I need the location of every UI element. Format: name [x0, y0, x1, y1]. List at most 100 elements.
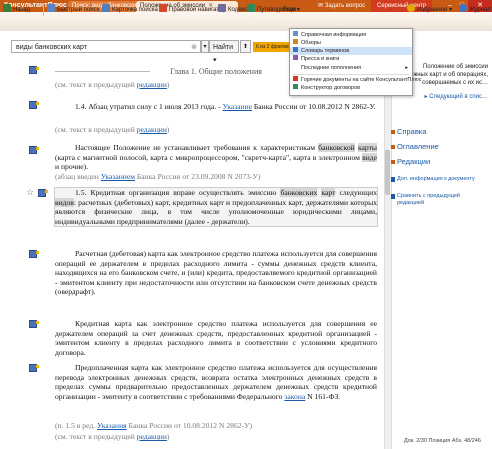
document-icon [391, 177, 395, 182]
paragraph-prepaid-card: Предоплаченная карта как электронное сре… [55, 363, 377, 401]
next-fragment-button[interactable]: ⬆ [240, 40, 251, 53]
star-icon [407, 4, 415, 12]
help-bullet-icon [391, 130, 395, 134]
search-card-icon [102, 4, 110, 12]
note-text: Банка России от 23.09.2008 N 2073-У) [135, 172, 261, 181]
search-input[interactable]: виды банковских карт ⊗ [11, 40, 201, 53]
previous-edition-note: (см. текст в предыдущей редакции) [55, 432, 170, 441]
favorites-label: Избранное [417, 7, 448, 13]
star-icon[interactable]: ☆ [26, 187, 34, 198]
note-text: (абзац введен [55, 172, 101, 181]
paragraph-text: N 161-ФЗ. [305, 391, 341, 401]
find-button[interactable]: Найти ▾ [209, 40, 239, 64]
note-text: (см. текст в предыдущей [55, 432, 137, 441]
directive-link[interactable]: Указание [223, 102, 253, 111]
paragraph-text: : расчетных (дебетовых) карт, кредитных … [55, 197, 377, 226]
menu-item-hot-documents[interactable]: Горячие документы на сайте КонсультантПл… [290, 76, 421, 84]
bookmark-flag-icon[interactable] [38, 189, 48, 197]
paragraph-1-5: 1.5. Кредитная организация вправе осущес… [54, 186, 378, 228]
menu-item-glossary[interactable]: Словарь терминов [290, 47, 412, 55]
favorites-button[interactable]: Избранное ▾ [407, 4, 452, 16]
compare-icon [391, 194, 395, 199]
help-link[interactable]: Справка [397, 127, 426, 136]
compare-editions-link[interactable]: Сравнить с предыдущей редакцией [397, 193, 487, 207]
search-hit: банковской [318, 143, 355, 152]
paragraph-text: 1.5. Кредитная организация вправе осущес… [75, 188, 281, 197]
more-dropdown-menu: Справочная информация Обзоры Словарь тер… [289, 28, 421, 96]
reviews-icon [293, 39, 298, 44]
menu-item-label: Справочная информация [301, 32, 367, 38]
search-hit: видов [55, 197, 74, 207]
bookmark-flag-icon[interactable] [29, 364, 39, 372]
next-in-list-label: Следующий в спис… [429, 94, 488, 100]
dictionary-icon [293, 47, 298, 52]
edition-link[interactable]: редакции [137, 125, 167, 134]
status-bar: Док. 2/30 Позиция Абз. 48/246 [404, 438, 481, 444]
submenu-arrow-icon: ▸ [405, 65, 408, 71]
menu-item-label: Пресса и книги [301, 56, 340, 62]
bookmark-flag-icon[interactable] [29, 146, 39, 154]
paragraph-text: Настоящее Положение не устанавливает тре… [75, 143, 319, 152]
menu-item-label: Словарь терминов [301, 48, 350, 54]
bookmark-flag-icon[interactable] [29, 101, 39, 109]
additional-info-link[interactable]: Доп. информация к документу [397, 176, 487, 183]
paragraph-1-4: 1.4. Абзац утратил силу с 1 июля 2013 го… [55, 102, 377, 112]
toc-bullet-icon [391, 145, 395, 149]
amendment-note: (п. 1.5 в ред. Указания Банка России от … [55, 421, 377, 431]
menu-item-label: Обзоры [301, 40, 321, 46]
legal-navigator-button[interactable]: Правовой навигатор [159, 4, 226, 16]
paragraph-text: следующих [335, 188, 377, 197]
directive-link[interactable]: Указания [97, 421, 127, 430]
search-hit: карт [321, 188, 336, 197]
menu-item-reference-info[interactable]: Справочная информация [290, 31, 412, 39]
edition-link[interactable]: редакции [137, 80, 167, 89]
toc-link[interactable]: Оглавление [397, 142, 439, 151]
search-dropdown-button[interactable]: ▾ [201, 40, 209, 53]
ask-question-label: Задать вопрос [324, 3, 366, 9]
back-arrow-icon [3, 4, 11, 12]
quick-search-button[interactable]: Быстрый поиск [47, 4, 99, 16]
menu-item-press[interactable]: Пресса и книги [290, 55, 412, 63]
codes-icon [218, 4, 226, 12]
contract-icon [293, 84, 298, 89]
paragraph-debit-card: Расчетная (дебетовая) карта как электрон… [55, 249, 377, 297]
menu-item-label: Конструктор договоров [301, 85, 361, 91]
paragraph-credit-card: Кредитная карта как электронное средство… [55, 319, 377, 357]
search-hit: банковских [280, 188, 318, 197]
info-icon [293, 31, 298, 36]
blank-icon [293, 64, 298, 69]
paragraph-text: (карта с магнитной полосой, карта с микр… [55, 152, 363, 162]
menu-item-contract-builder[interactable]: Конструктор договоров [290, 84, 412, 92]
paragraph-text: и прочие). [55, 162, 89, 172]
menu-item-reviews[interactable]: Обзоры [290, 39, 412, 47]
book-icon [293, 55, 298, 60]
search-query: виды банковских карт [16, 44, 87, 51]
bookmark-flag-icon[interactable] [29, 250, 39, 258]
note-text: (п. 1.5 в ред. [55, 421, 97, 430]
editions-bullet-icon [391, 160, 395, 164]
find-label: Найти [213, 44, 233, 51]
law-link[interactable]: закона [284, 392, 305, 401]
quick-search-label: Быстрый поиск [57, 7, 100, 13]
legal-navigator-icon [159, 4, 167, 12]
edition-link[interactable]: редакции [137, 432, 167, 441]
back-button[interactable]: Назад [3, 4, 30, 16]
search-hit: виде [362, 152, 377, 162]
previous-edition-note: (см. текст в предыдущей редакции) [55, 125, 170, 134]
editions-link[interactable]: Редакции [397, 157, 430, 166]
bookmark-flag-icon[interactable] [29, 320, 39, 328]
more-button[interactable]: Еще ▾ [283, 4, 300, 16]
bookmark-flag-icon[interactable] [29, 66, 39, 74]
amendment-note: (абзац введен Указанием Банка России от … [55, 172, 377, 182]
search-card-label: Карточка поиска [112, 7, 158, 13]
menu-divider [293, 74, 409, 75]
note-text: (см. текст в предыдущей [55, 80, 137, 89]
clear-icon[interactable]: ⊗ [191, 41, 197, 54]
journal-button[interactable]: Журнал [459, 4, 491, 16]
ask-question-button[interactable]: ✉ Задать вопрос [318, 0, 365, 12]
search-card-button[interactable]: Карточка поиска [102, 4, 158, 16]
menu-item-latest-updates[interactable]: Последние пополнения ▸ [290, 64, 412, 72]
scrollbar-thumb[interactable] [385, 150, 390, 195]
directive-link[interactable]: Указанием [101, 172, 135, 181]
note-text: (см. текст в предыдущей [55, 125, 137, 134]
